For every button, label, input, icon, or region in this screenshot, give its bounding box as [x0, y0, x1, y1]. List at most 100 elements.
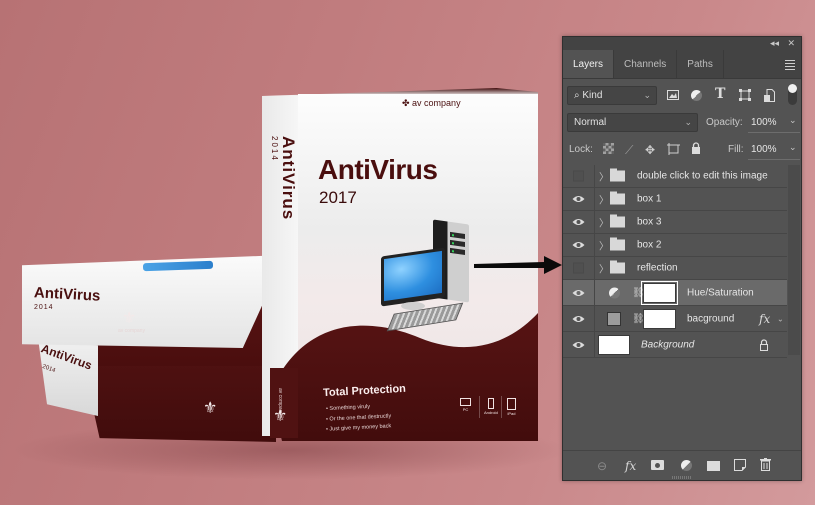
expand-group-caret-icon[interactable]: 〉: [599, 169, 609, 184]
effects-expand-chevron-icon[interactable]: ⌄: [777, 314, 784, 323]
tab-channels[interactable]: Channels: [614, 50, 678, 78]
device-ipad: iPad: [507, 398, 516, 416]
expand-group-caret-icon[interactable]: 〉: [599, 261, 609, 276]
layer-row[interactable]: Background: [563, 332, 787, 358]
pc-monitor: [381, 247, 445, 307]
hidden-visibility-icon[interactable]: [573, 262, 584, 274]
visibility-toggle[interactable]: [563, 280, 595, 305]
tablet-icon: [507, 398, 516, 410]
top-box-brand: av company: [118, 328, 145, 334]
fleur-de-lis-icon: ⚜: [273, 408, 288, 425]
eye-icon[interactable]: [572, 218, 585, 226]
new-adjustment-layer-icon[interactable]: [681, 460, 692, 471]
filter-smart-object-icon[interactable]: [764, 89, 775, 102]
filter-shape-icon[interactable]: [739, 89, 751, 101]
tab-layers[interactable]: Layers: [563, 50, 615, 78]
visibility-toggle[interactable]: [563, 332, 595, 357]
tab-paths[interactable]: Paths: [677, 50, 724, 78]
add-layer-style-icon[interactable]: fx: [625, 459, 636, 473]
filter-pixel-icon[interactable]: [667, 90, 679, 100]
eye-icon[interactable]: [572, 195, 585, 203]
spine-title: AntiVirus: [279, 136, 298, 221]
fleur-de-lis-icon: ⚜: [203, 400, 218, 417]
filter-type-icon[interactable]: T: [715, 86, 725, 102]
hidden-visibility-icon[interactable]: [573, 170, 584, 182]
visibility-toggle[interactable]: [563, 257, 595, 279]
eye-icon[interactable]: [572, 289, 585, 297]
filter-kind-label: Kind: [582, 90, 603, 101]
folder-icon: [610, 237, 625, 251]
fill-chevron-icon[interactable]: ⌄: [789, 142, 797, 153]
keyboard: [386, 302, 464, 332]
search-icon: ⌕: [574, 90, 580, 101]
layer-row[interactable]: 〉 box 3: [563, 211, 787, 234]
layer-name: box 2: [637, 239, 662, 251]
eye-icon[interactable]: [572, 241, 585, 249]
company-label: ✤ av company: [402, 98, 461, 108]
panel-titlebar[interactable]: ◂◂ ✕: [563, 37, 801, 50]
eye-icon[interactable]: [572, 315, 585, 323]
layer-mask-thumbnail[interactable]: [643, 308, 676, 329]
visibility-toggle[interactable]: [563, 165, 595, 187]
top-box-year: 2014: [34, 304, 54, 311]
layers-scrollbar[interactable]: [788, 165, 800, 355]
computer-illustration: [375, 219, 475, 332]
arrow-pointer-icon: [474, 256, 562, 274]
product-title: AntiVirus: [318, 154, 438, 185]
layers-panel: ◂◂ ✕ Layers Channels Paths ⌕ Kind ⌄ T No…: [562, 36, 802, 481]
lock-artboard-icon[interactable]: [667, 143, 680, 155]
layer-lock-icon: [760, 338, 768, 351]
panel-menu-icon[interactable]: [785, 60, 795, 72]
fill-input[interactable]: 100%: [751, 144, 777, 155]
lock-all-icon[interactable]: [691, 142, 701, 154]
filter-toggle[interactable]: [788, 84, 797, 105]
monitor-icon: [460, 398, 471, 406]
layer-row[interactable]: 〉 double click to edit this image: [563, 165, 787, 188]
device-android: Android: [484, 398, 498, 415]
folder-icon: [610, 168, 625, 182]
fleur-de-lis-icon: ⚜: [122, 310, 137, 327]
close-panel-button[interactable]: ✕: [787, 38, 795, 49]
opacity-input[interactable]: 100%: [751, 117, 777, 128]
fill-color-swatch[interactable]: [607, 311, 621, 326]
panel-resize-grip[interactable]: [672, 476, 692, 479]
new-group-folder-icon[interactable]: [707, 461, 720, 471]
visibility-toggle[interactable]: [563, 188, 595, 210]
layer-row[interactable]: 〉 box 2: [563, 234, 787, 257]
layer-name: reflection: [637, 262, 678, 274]
layer-thumbnail: [598, 334, 630, 355]
layer-row[interactable]: 〉 reflection: [563, 257, 787, 280]
layer-name: Background: [641, 339, 695, 350]
visibility-toggle[interactable]: [563, 306, 595, 331]
filter-kind-select[interactable]: ⌕ Kind ⌄: [567, 86, 657, 105]
eye-icon[interactable]: [572, 341, 585, 349]
delete-layer-trash-icon[interactable]: [760, 458, 771, 471]
visibility-toggle[interactable]: [563, 234, 595, 256]
layer-row[interactable]: ⛓ bacground fx ⌄: [563, 306, 787, 332]
filter-adjustment-icon[interactable]: [691, 90, 702, 101]
opacity-chevron-icon[interactable]: ⌄: [789, 115, 797, 126]
lock-transparent-icon[interactable]: [603, 143, 614, 154]
layer-row-selected[interactable]: ⛓ Hue/Saturation: [563, 280, 787, 306]
opacity-label: Opacity:: [706, 117, 743, 128]
visibility-toggle[interactable]: [563, 211, 595, 233]
new-layer-icon[interactable]: [734, 459, 746, 471]
box-spine-red: [270, 368, 298, 438]
device-pc: PC: [460, 398, 471, 412]
link-layers-icon[interactable]: ⊖: [597, 459, 607, 473]
add-mask-icon[interactable]: [651, 460, 664, 470]
device-separator: [479, 396, 480, 418]
blend-mode-value: Normal: [574, 117, 607, 128]
folder-icon: [610, 214, 625, 228]
blend-mode-select[interactable]: Normal ⌄: [567, 113, 698, 132]
layer-mask-thumbnail[interactable]: [641, 280, 678, 305]
lock-position-move-icon[interactable]: ✥: [645, 143, 655, 157]
expand-group-caret-icon[interactable]: 〉: [599, 192, 609, 207]
layer-row[interactable]: 〉 box 1: [563, 188, 787, 211]
expand-group-caret-icon[interactable]: 〉: [599, 215, 609, 230]
fill-label: Fill:: [728, 144, 744, 155]
expand-group-caret-icon[interactable]: 〉: [599, 238, 609, 253]
collapse-panel-button[interactable]: ◂◂: [770, 38, 779, 49]
layer-effects-icon[interactable]: fx: [759, 312, 770, 326]
lock-paint-brush-icon[interactable]: ⟋: [625, 143, 633, 158]
